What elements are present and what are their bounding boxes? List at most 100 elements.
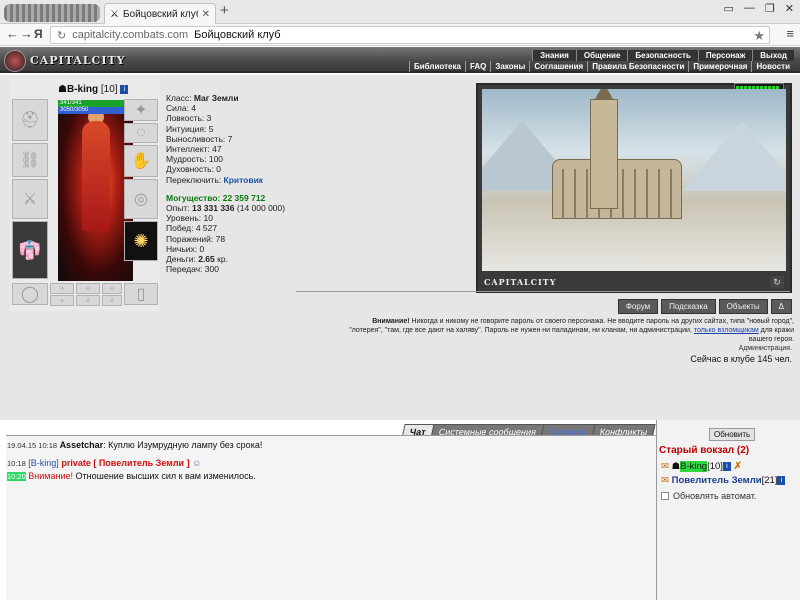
nav-communication[interactable]: Общение — [575, 50, 628, 61]
money-row: Деньги: 2.65 кр. — [166, 254, 228, 265]
delta-button[interactable]: Δ — [770, 299, 792, 314]
blurred-tab[interactable] — [4, 4, 100, 22]
thieves-link[interactable]: только взломщикам — [694, 327, 759, 334]
helmet-slot[interactable]: ⛑ — [12, 99, 48, 141]
character-portrait[interactable] — [58, 101, 133, 281]
smiley-icon[interactable]: ☺ — [192, 458, 201, 468]
message-text: : Куплю Изумрудную лампу без срока! — [103, 440, 263, 450]
rune-slot-1[interactable]: ✧ — [50, 283, 74, 294]
hint-button[interactable]: Подсказка — [661, 299, 716, 314]
game-header: CAPITALCITY Знания Общение Безопасность … — [0, 47, 800, 73]
subnav-library[interactable]: Библиотека — [409, 61, 465, 72]
location-scene[interactable]: CAPITALCITY ↻ — [476, 83, 792, 293]
nav-character[interactable]: Персонаж — [697, 50, 753, 61]
chat-message: 10:20 Внимание! Отношение высших сил к в… — [7, 471, 256, 481]
forward-icon[interactable]: → — [20, 26, 33, 42]
character-figure — [82, 121, 110, 231]
subnav-agreements[interactable]: Соглашения — [529, 61, 587, 72]
spirit-stat: Духовность: 0 — [166, 164, 222, 175]
fight-icon[interactable]: ✗ — [734, 461, 742, 472]
bracers-slot[interactable]: ⛓ — [12, 143, 48, 177]
info-icon[interactable]: i — [722, 461, 731, 471]
whisper-icon[interactable]: ✉ — [661, 461, 669, 472]
character-name[interactable]: ☗B-king [10] i — [58, 84, 129, 95]
user-row[interactable]: ✉ ☗B-king[10] i ✗ — [661, 461, 742, 472]
maximize-icon[interactable]: ❐ — [765, 2, 775, 15]
exp-row: Опыт: 13 331 336 (14 000 000) — [166, 203, 286, 214]
message-sender[interactable]: Assetchar — [60, 440, 104, 450]
subnav-fitting-room[interactable]: Примерочная — [688, 61, 751, 72]
browser-tab[interactable]: ⚔ Бойцовский клуб ✕ — [104, 3, 216, 24]
browser-menu-icon[interactable]: ≡ — [786, 26, 794, 41]
rune-slot-5[interactable]: ✧ — [76, 295, 100, 306]
bookmark-star-icon[interactable]: ★ — [753, 28, 765, 44]
new-tab-button[interactable]: + — [220, 3, 229, 18]
subnav-security-rules[interactable]: Правила Безопасности — [587, 61, 688, 72]
user-name[interactable]: B-king — [680, 461, 708, 472]
strength-stat: Сила: 4 — [166, 103, 197, 114]
user-name[interactable]: Повелитель Земли — [672, 475, 762, 486]
nav-knowledge[interactable]: Знания — [532, 50, 576, 61]
belt-slot[interactable]: ◯ — [12, 283, 48, 305]
tab-close-icon[interactable]: ✕ — [202, 9, 210, 20]
class-row: Класс: Маг Земли — [166, 93, 239, 103]
info-icon[interactable]: i — [777, 475, 786, 485]
url-input[interactable]: ↻ capitalcity.combats.com Бойцовский клу… — [50, 26, 770, 44]
logo-text: CAPITALCITY — [30, 54, 126, 67]
scene-label: CAPITALCITY — [484, 277, 557, 287]
message-sender[interactable]: [B-king] — [28, 458, 59, 468]
chat-log[interactable]: 19.04.15 10:18 Assetchar: Куплю Изумрудн… — [6, 435, 656, 600]
rune-slot-6[interactable]: ✧ — [102, 295, 122, 306]
back-icon[interactable]: ← — [6, 26, 19, 42]
stats-block: Класс: Маг Земли Сила: 4 Ловкость: 3 Инт… — [166, 93, 306, 274]
intuition-stat: Интуиция: 5 — [166, 123, 214, 134]
shield-slot[interactable]: ◎ — [124, 179, 158, 219]
url-page-title: Бойцовский клуб — [194, 29, 281, 41]
whisper-icon[interactable]: ✉ — [661, 475, 669, 486]
refresh-button[interactable]: Обновить — [709, 428, 756, 441]
subnav-news[interactable]: Новости — [751, 61, 794, 72]
minimize-icon[interactable]: — — [744, 2, 755, 15]
private-tag[interactable]: private [ Повелитель Земли ] — [61, 458, 189, 468]
scene-refresh-icon[interactable]: ↻ — [770, 276, 784, 288]
weapon-slot[interactable]: ⚔ — [12, 179, 48, 219]
browser-tab-bar: ⚔ Бойцовский клуб ✕ + ▭ — ❐ ✕ — [0, 0, 800, 24]
nav-security[interactable]: Безопасность — [627, 50, 698, 61]
wisdom-stat: Мудрость: 100 — [166, 154, 224, 165]
orb-slot[interactable]: ✺ — [124, 221, 158, 261]
yandex-icon[interactable]: Я — [34, 27, 43, 41]
city-view[interactable] — [482, 89, 786, 271]
rune-slot-2[interactable]: ✧ — [76, 283, 100, 294]
earrings-slot[interactable]: ✦ — [124, 99, 158, 121]
gloves-slot[interactable]: ✋ — [124, 145, 158, 177]
rune-slot-4[interactable]: ✧ — [50, 295, 74, 306]
transfers-stat: Передач: 300 — [166, 264, 219, 275]
tower-building[interactable] — [590, 99, 618, 209]
amulet-slot[interactable]: ◌ — [124, 123, 158, 143]
subnav-faq[interactable]: FAQ — [464, 61, 490, 72]
draws-stat: Ничьих: 0 — [166, 243, 205, 254]
room-name: Старый вокзал (2) — [659, 445, 750, 456]
auto-refresh-checkbox[interactable] — [661, 492, 669, 500]
user-row[interactable]: ✉ Повелитель Земли[21] i — [661, 475, 786, 486]
tab-title: Бойцовский клуб — [122, 8, 198, 20]
info-icon[interactable]: i — [120, 84, 129, 94]
forum-button[interactable]: Форум — [617, 299, 659, 314]
subnav-laws[interactable]: Законы — [490, 61, 529, 72]
window-restore-icon[interactable]: ▭ — [724, 2, 734, 15]
close-window-icon[interactable]: ✕ — [785, 2, 794, 15]
objects-button[interactable]: Объекты — [718, 299, 768, 314]
divider — [296, 291, 790, 292]
nav-exit[interactable]: Выход — [752, 50, 794, 61]
glowing-orb-icon: ✺ — [133, 230, 149, 251]
character-panel: ☗B-king [10] i ⛑ ⛓ ⚔ 👘 ◯ 341/341 3050/30… — [10, 79, 160, 311]
reload-icon[interactable]: ↻ — [57, 29, 66, 42]
boots-slot[interactable]: ▯ — [124, 283, 158, 305]
rune-slot-3[interactable]: ✧ — [102, 283, 122, 294]
auto-refresh-row[interactable]: Обновлять автомат. — [661, 491, 756, 501]
switch-link[interactable]: Критовик — [224, 175, 264, 185]
message-time: 10:18 — [7, 459, 26, 468]
message-time: 10:20 — [7, 472, 26, 481]
message-text: Отношение высших сил к вам изменилось. — [75, 471, 256, 481]
armor-slot[interactable]: 👘 — [12, 221, 48, 279]
